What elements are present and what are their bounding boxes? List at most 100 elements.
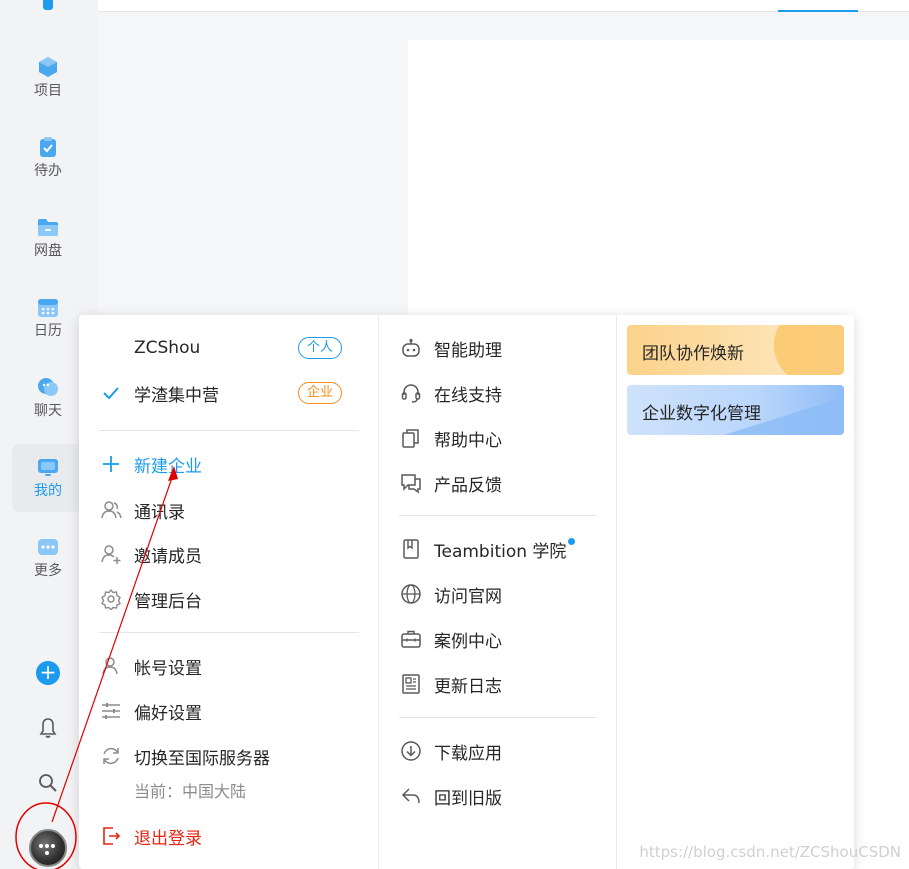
cube-icon <box>39 57 57 77</box>
calendar-icon <box>38 299 58 317</box>
nav-item-todo[interactable]: 待办 <box>12 124 84 192</box>
nav-label: 项目 <box>34 83 62 99</box>
switch-server-item[interactable]: 切换至国际服务器 <box>99 741 270 771</box>
admin-label: 管理后台 <box>134 591 202 612</box>
nav-label: 待办 <box>34 163 62 179</box>
feedback-icon <box>399 471 423 495</box>
search-icon[interactable] <box>36 771 60 795</box>
account-settings-label: 帐号设置 <box>134 658 202 679</box>
divider <box>99 632 359 633</box>
account-tag-personal: 个人 <box>297 337 342 359</box>
contacts-item[interactable]: 通讯录 <box>99 495 185 525</box>
logout-label: 退出登录 <box>134 828 202 849</box>
new-org-button[interactable]: 新建企业 <box>99 449 202 479</box>
download-app-item[interactable]: 下载应用 <box>399 736 502 766</box>
website-item[interactable]: 访问官网 <box>399 579 502 609</box>
plus-icon <box>99 452 123 476</box>
contacts-label: 通讯录 <box>134 502 185 523</box>
menu-column-account: ZCShou 个人 学渣集中营 企业 新建企业 通讯录 邀请成员 管理后台 帐号… <box>79 315 379 869</box>
promo-banner-digital[interactable]: 企业数字化管理 <box>627 385 844 435</box>
assistant-item[interactable]: 智能助理 <box>399 333 502 363</box>
divider <box>399 515 597 516</box>
download-icon <box>399 739 423 763</box>
gear-icon <box>99 587 123 611</box>
changelog-item[interactable]: 更新日志 <box>399 669 502 699</box>
old-version-item[interactable]: 回到旧版 <box>399 781 502 811</box>
account-settings-item[interactable]: 帐号设置 <box>99 651 202 681</box>
current-server-text: 当前：中国大陆 <box>134 782 247 801</box>
user-menu-popover: ZCShou 个人 学渣集中营 企业 新建企业 通讯录 邀请成员 管理后台 帐号… <box>79 315 854 869</box>
case-center-label: 案例中心 <box>434 631 502 652</box>
nav-item-drive[interactable]: 网盘 <box>12 204 84 272</box>
assistant-label: 智能助理 <box>434 340 502 361</box>
logout-icon <box>99 824 123 848</box>
nav-item-mine[interactable]: 我的 <box>12 444 84 512</box>
help-center-label: 帮助中心 <box>434 430 502 451</box>
account-tag-org: 企业 <box>297 382 342 404</box>
account-item-personal[interactable]: ZCShou <box>99 333 200 363</box>
active-tab-indicator <box>778 10 858 12</box>
nav-label: 我的 <box>34 483 62 499</box>
contacts-icon <box>99 498 123 522</box>
nav-label: 日历 <box>34 323 62 339</box>
promo-digital-label: 企业数字化管理 <box>642 404 761 424</box>
refresh-icon <box>99 744 123 768</box>
feedback-label: 产品反馈 <box>434 475 502 496</box>
create-button[interactable]: + <box>36 661 60 685</box>
user-icon <box>99 654 123 678</box>
nav-label: 网盘 <box>34 243 62 259</box>
nav-item-projects[interactable]: 项目 <box>12 44 84 112</box>
academy-item[interactable]: Teambition 学院 <box>399 534 576 564</box>
nav-item-calendar[interactable]: 日历 <box>12 284 84 352</box>
divider <box>99 430 359 431</box>
logout-item[interactable]: 退出登录 <box>99 821 202 851</box>
menu-column-promos: 团队协作焕新 企业数字化管理 <box>617 315 854 869</box>
feedback-item[interactable]: 产品反馈 <box>399 468 502 498</box>
new-org-label: 新建企业 <box>134 456 202 477</box>
bell-icon[interactable] <box>36 716 60 740</box>
more-icon <box>38 539 58 555</box>
sliders-icon <box>99 699 123 723</box>
folder-icon <box>38 219 58 236</box>
newspaper-icon <box>399 672 423 696</box>
download-label: 下载应用 <box>434 743 502 764</box>
nav-label: 聊天 <box>34 403 62 419</box>
avatar[interactable] <box>29 829 67 867</box>
menu-column-help: 智能助理 在线支持 帮助中心 产品反馈 Teambition 学院 访问官网 案… <box>379 315 617 869</box>
website-label: 访问官网 <box>434 586 502 607</box>
new-badge-dot <box>568 537 576 545</box>
monitor-icon <box>38 459 58 476</box>
case-center-item[interactable]: 案例中心 <box>399 624 502 654</box>
briefcase-icon <box>399 627 423 651</box>
old-version-label: 回到旧版 <box>434 788 502 809</box>
admin-console-item[interactable]: 管理后台 <box>99 584 202 614</box>
copy-icon <box>399 426 423 450</box>
switch-server-label: 切换至国际服务器 <box>134 748 270 769</box>
preferences-label: 偏好设置 <box>134 703 202 724</box>
promo-banner-team[interactable]: 团队协作焕新 <box>627 325 844 375</box>
robot-icon <box>399 336 423 360</box>
account-item-org[interactable]: 学渣集中营 <box>99 378 219 408</box>
invite-label: 邀请成员 <box>134 546 202 567</box>
promo-team-label: 团队协作焕新 <box>642 344 744 364</box>
app-logo[interactable] <box>43 0 53 10</box>
clipboard-check-icon <box>40 137 56 157</box>
watermark: https://blog.csdn.net/ZCShouCSDN <box>639 843 901 861</box>
account-name: ZCShou <box>134 338 201 358</box>
help-center-item[interactable]: 帮助中心 <box>399 423 502 453</box>
chat-icon <box>38 378 58 396</box>
online-support-label: 在线支持 <box>434 385 502 406</box>
nav-label: 更多 <box>34 563 62 579</box>
user-plus-icon <box>99 542 123 566</box>
preferences-item[interactable]: 偏好设置 <box>99 696 202 726</box>
account-name: 学渣集中营 <box>134 385 219 406</box>
invite-members-item[interactable]: 邀请成员 <box>99 539 202 569</box>
nav-item-more[interactable]: 更多 <box>12 524 84 592</box>
changelog-label: 更新日志 <box>434 676 502 697</box>
check-icon <box>99 381 123 405</box>
book-icon <box>399 537 423 561</box>
nav-item-chat[interactable]: 聊天 <box>12 364 84 432</box>
reply-icon <box>399 784 423 808</box>
globe-icon <box>399 582 423 606</box>
online-support-item[interactable]: 在线支持 <box>399 378 502 408</box>
